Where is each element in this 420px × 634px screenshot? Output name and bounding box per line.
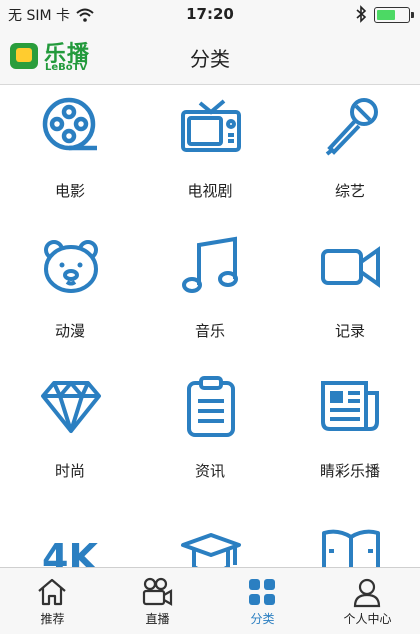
open-book-icon [322, 529, 380, 567]
grid-icon [249, 579, 275, 605]
category-grid: 电影 电视剧 综艺 动漫 音乐 记录 时尚 资讯 睛彩乐播 4K [0, 85, 420, 567]
music-note-icon [182, 236, 238, 293]
video-camera-icon [321, 246, 380, 288]
tab-bar: 推荐 直播 分类 个人中心 [0, 567, 420, 634]
newspaper-icon [321, 381, 379, 431]
status-bar: 无 SIM 卡 17:20 [0, 0, 420, 28]
category-label: 睛彩乐播 [319, 462, 380, 480]
graduation-cap-icon [181, 533, 241, 567]
tab-label: 推荐 [40, 612, 65, 626]
category-label: 时尚 [54, 462, 85, 480]
film-reel-icon [42, 97, 97, 151]
tab-category[interactable]: 分类 [210, 568, 315, 634]
tab-profile[interactable]: 个人中心 [315, 568, 420, 634]
tab-live[interactable]: 直播 [105, 568, 210, 634]
live-camera-icon [142, 577, 173, 606]
category-label: 电视剧 [187, 182, 233, 200]
category-label: 电影 [54, 182, 85, 200]
category-anime[interactable]: 动漫 [0, 225, 140, 365]
category-news[interactable]: 资讯 [140, 365, 280, 505]
category-4k[interactable]: 4K [0, 505, 140, 567]
bluetooth-icon [356, 5, 367, 23]
category-education[interactable] [140, 505, 280, 567]
category-tv-series[interactable]: 电视剧 [140, 85, 280, 225]
svg-text:4K: 4K [42, 536, 99, 567]
category-label: 资讯 [194, 462, 225, 480]
category-reading[interactable] [280, 505, 420, 567]
bear-face-icon [44, 240, 98, 293]
category-label: 动漫 [54, 322, 85, 340]
diamond-icon [41, 381, 101, 433]
clipboard-icon [187, 376, 235, 437]
home-icon [38, 578, 66, 606]
tab-label: 直播 [145, 612, 170, 626]
tab-label: 分类 [250, 612, 275, 626]
tv-icon [181, 99, 241, 152]
category-documentary[interactable]: 记录 [280, 225, 420, 365]
category-label: 综艺 [334, 182, 365, 200]
battery-icon [374, 7, 414, 23]
tab-recommend[interactable]: 推荐 [0, 568, 105, 634]
tab-label: 个人中心 [343, 612, 392, 626]
microphone-icon [325, 98, 378, 156]
nav-bar: 乐播 LeBoTV 分类 [0, 28, 420, 85]
category-variety[interactable]: 综艺 [280, 85, 420, 225]
category-lebo-highlights[interactable]: 睛彩乐播 [280, 365, 420, 505]
4k-icon: 4K [42, 536, 99, 567]
category-movie[interactable]: 电影 [0, 85, 140, 225]
category-fashion[interactable]: 时尚 [0, 365, 140, 505]
category-music[interactable]: 音乐 [140, 225, 280, 365]
category-label: 记录 [334, 322, 365, 340]
page-title: 分类 [190, 47, 230, 71]
category-label: 音乐 [194, 322, 225, 340]
person-icon [353, 578, 381, 608]
